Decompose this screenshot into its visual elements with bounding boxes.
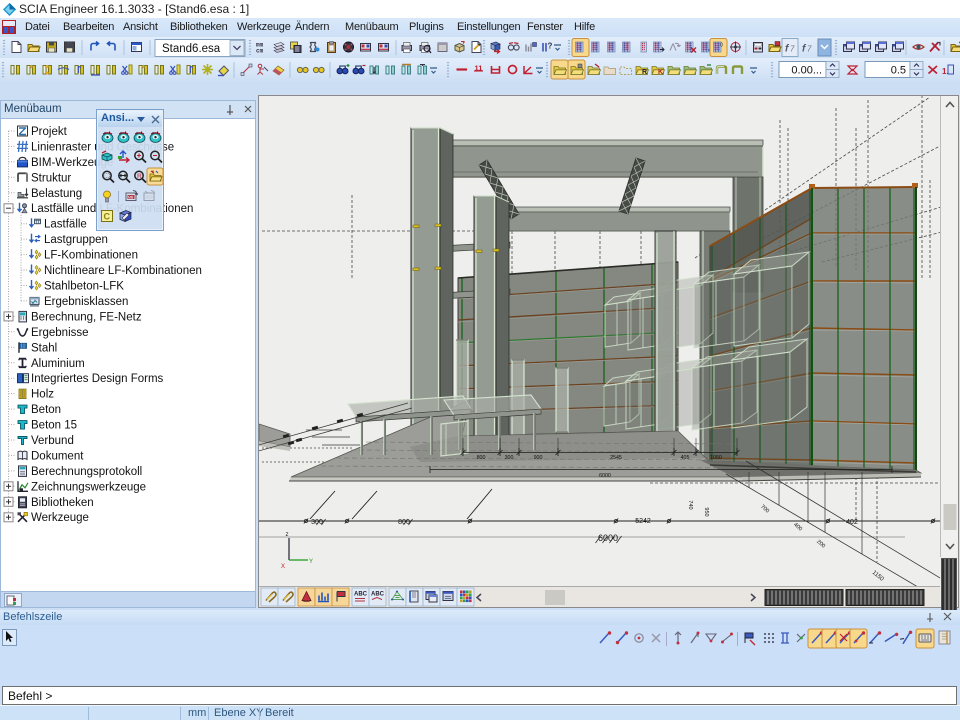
svg-text:200: 200 [815,539,826,550]
svg-text:Dokument: Dokument [31,450,84,462]
svg-text:Holz: Holz [31,389,54,401]
svg-text:Aluminium: Aluminium [31,358,85,370]
svg-text:Integriertes Design Forms: Integriertes Design Forms [31,373,164,385]
svg-text:ABC: ABC [371,592,385,598]
svg-text:300: 300 [311,519,323,526]
svg-text:MB: MB [128,196,134,200]
svg-text:X: X [281,564,285,570]
svg-text:Berechnungsprotokoll: Berechnungsprotokoll [31,466,142,478]
svg-text:cm: cm [256,48,264,55]
svg-text:300: 300 [505,455,514,461]
svg-text:900: 900 [534,455,543,461]
svg-text:Berechnung, FE-Netz: Berechnung, FE-Netz [31,311,142,323]
svg-text:z: z [286,532,289,538]
svg-text:405: 405 [681,455,690,461]
svg-text:5242: 5242 [635,518,651,525]
svg-text:R: R [642,69,647,76]
svg-text:2545: 2545 [610,455,622,461]
svg-text:7: 7 [790,45,795,54]
svg-text:Stahl: Stahl [31,342,57,354]
svg-text:?: ? [548,42,553,51]
svg-text:Verbund: Verbund [31,435,74,447]
svg-text:0.5: 0.5 [891,65,906,77]
svg-text:Beton 15: Beton 15 [31,420,77,432]
svg-text:Ergebnisse: Ergebnisse [31,327,89,339]
svg-text:Lastgruppen: Lastgruppen [44,234,108,246]
svg-text:Struktur: Struktur [31,172,71,184]
svg-text:7: 7 [807,45,812,54]
svg-text:Bibliotheken: Bibliotheken [31,497,94,509]
svg-text:Nichtlineare LF-Kombinationen: Nichtlineare LF-Kombinationen [44,265,202,277]
svg-text:Belastung: Belastung [31,188,82,200]
svg-text:LF-Kombinationen: LF-Kombinationen [44,250,138,262]
svg-text:11: 11 [475,64,483,73]
svg-text:ABC: ABC [354,592,368,598]
svg-text:0: 0 [720,43,723,49]
svg-text:400: 400 [792,522,803,533]
svg-text:R: R [137,173,142,180]
svg-text:Y: Y [309,559,313,565]
svg-text:Zeichnungswerkzeuge: Zeichnungswerkzeuge [31,481,146,493]
svg-text:Projekt: Projekt [31,126,68,138]
svg-text:0.00...: 0.00... [791,65,822,77]
svg-text:950: 950 [703,507,709,516]
svg-text:Beton: Beton [31,404,61,416]
svg-text:Ergebnisklassen: Ergebnisklassen [44,296,128,308]
svg-text:Werkzeuge: Werkzeuge [31,512,89,524]
svg-text:6000: 6000 [598,533,618,543]
svg-text:800: 800 [477,455,486,461]
svg-text:Lastfälle: Lastfälle [44,219,87,231]
svg-text:1150: 1150 [871,570,885,583]
svg-text:1050: 1050 [710,455,722,461]
svg-text:C: C [104,212,111,222]
svg-text:Stahlbeton-LFK: Stahlbeton-LFK [44,281,124,293]
svg-text:6000: 6000 [599,473,611,479]
svg-text:740: 740 [687,500,693,509]
svg-text:Stand6.esa: Stand6.esa [162,43,221,55]
svg-text:K: K [658,69,663,76]
svg-text:700: 700 [759,504,770,515]
svg-text:800: 800 [398,519,410,526]
